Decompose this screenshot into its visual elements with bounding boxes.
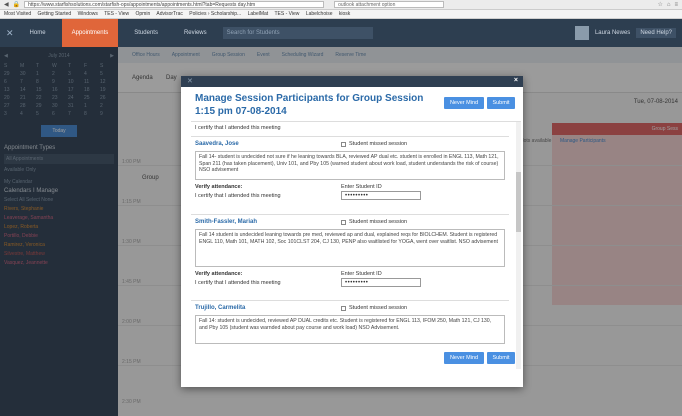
bookmark[interactable]: Labelchoise [306,11,333,17]
lock-icon: 🔒 [12,2,21,8]
enter-id-label: Enter Student ID [341,271,382,277]
divider [191,300,509,301]
modal-title: Manage Session Participants for Group Se… [195,93,424,117]
participant-name: Saavedra, Jose [195,141,239,147]
never-mind-button-bottom[interactable]: Never Mind [444,352,484,364]
participant: Saavedra, Jose Student missed session Fa… [195,141,505,200]
app-nav: ✕ Home Appointments Students Reviews Sea… [0,19,682,47]
submit-button[interactable]: Submit [487,97,515,109]
participant-name: Smith-Fassler, Mariah [195,219,258,225]
session-note[interactable]: Fall 14- student is undecided not sure i… [195,151,505,180]
never-mind-button[interactable]: Never Mind [444,97,484,109]
address-bar[interactable]: https://www.starfishsolutions.com/starfi… [24,1,325,8]
close-icon[interactable]: × [514,77,518,84]
session-note[interactable]: Fall 14 student is undecided leaning tow… [195,229,505,267]
bookmark[interactable]: TES - View [275,11,300,17]
student-id-input[interactable]: ••••••••• [341,191,421,200]
bookmark[interactable]: Windows [78,11,98,17]
certify-text: I certify that I attended this meeting [195,192,281,199]
verify-label: Verify attendance: [195,271,243,277]
tab-home[interactable]: Home [20,30,56,36]
home-icon[interactable]: ⌂ [667,2,671,8]
missed-session-checkbox[interactable] [341,219,346,225]
participant: Trujillo, Carmelita Student missed sessi… [195,305,505,344]
bookmarks-bar: Most Visited Getting Started Windows TES… [0,10,682,19]
modal-titlebar: ✕ × [181,76,523,87]
bookmark[interactable]: TES - View [104,11,129,17]
missed-session-label: Student missed session [349,141,408,147]
bookmark[interactable]: LabelMat [248,11,269,17]
bookmark[interactable]: kiosk [339,11,350,17]
missed-session-label: Student missed session [349,305,408,311]
divider [191,214,509,215]
participant: Smith-Fassler, Mariah Student missed ses… [195,219,505,287]
tab-reviews[interactable]: Reviews [174,30,217,36]
bookmark[interactable]: Policies › Scholarship... [189,11,241,17]
participants-scroll-area[interactable]: I certify that I attended this meeting S… [191,121,521,369]
missed-session-checkbox[interactable] [341,141,346,147]
bookmark[interactable]: Getting Started [38,11,72,17]
browser-toolbar: ◀ 🔒 https://www.starfishsolutions.com/st… [0,0,682,10]
student-search-input[interactable]: Search for Students [222,27,373,39]
enter-id-label: Enter Student ID [341,184,382,190]
participant-name: Trujillo, Carmelita [195,305,246,311]
back-icon[interactable]: ◀ [4,1,9,8]
app-logo-icon[interactable]: ✕ [6,28,14,39]
menu-icon[interactable]: ≡ [674,2,678,8]
browser-search-input[interactable]: outlook attachment option [334,1,445,8]
bookmark[interactable]: Most Visited [4,11,31,17]
missed-session-checkbox[interactable] [341,305,346,311]
tab-students[interactable]: Students [124,30,168,36]
certify-row: I certify that I attended this meeting [195,125,281,131]
modal-scrollbar[interactable] [516,122,521,369]
app-logo-icon: ✕ [187,78,193,85]
scrollbar-thumb[interactable] [516,172,521,232]
verify-label: Verify attendance: [195,184,243,190]
help-link[interactable]: Need Help? [636,28,676,38]
divider [191,136,509,137]
user-name[interactable]: Laura Newes [595,30,630,36]
avatar[interactable] [574,26,589,40]
tab-appointments[interactable]: Appointments [61,19,119,47]
manage-participants-modal: ✕ × Manage Session Participants for Grou… [181,76,523,387]
bookmark[interactable]: Opmin [136,11,151,17]
session-note[interactable]: Fall 14: student is undecided, reviewed … [195,315,505,344]
submit-button-bottom[interactable]: Submit [487,352,515,364]
missed-session-label: Student missed session [349,219,408,225]
certify-text: I certify that I attended this meeting [195,125,281,131]
certify-text: I certify that I attended this meeting [195,279,281,286]
bookmark[interactable]: AdvisorTrac [156,11,183,17]
star-icon[interactable]: ☆ [657,1,662,8]
student-id-input[interactable]: ••••••••• [341,278,421,287]
